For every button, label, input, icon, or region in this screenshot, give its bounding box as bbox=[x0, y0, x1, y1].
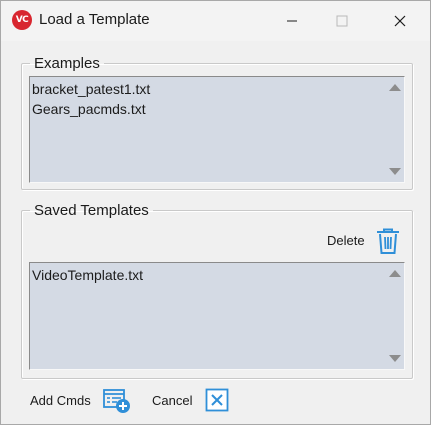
window-title: Load a Template bbox=[39, 11, 150, 28]
delete-label[interactable]: Delete bbox=[327, 233, 365, 248]
title-bar[interactable]: VC Load a Template bbox=[1, 1, 430, 41]
saved-templates-listbox[interactable]: VideoTemplate.txt bbox=[29, 262, 405, 370]
list-item[interactable]: Gears_pacmds.txt bbox=[32, 99, 150, 119]
maximize-button[interactable] bbox=[319, 1, 365, 41]
close-icon bbox=[394, 15, 406, 27]
add-cmds-button[interactable] bbox=[103, 388, 131, 414]
scroll-up-arrow-icon[interactable] bbox=[389, 84, 401, 91]
examples-scrollbar[interactable] bbox=[386, 77, 404, 182]
maximize-icon bbox=[336, 15, 348, 27]
list-item[interactable]: VideoTemplate.txt bbox=[32, 265, 143, 285]
minimize-icon bbox=[287, 20, 297, 22]
scroll-up-arrow-icon[interactable] bbox=[389, 270, 401, 277]
examples-legend: Examples bbox=[34, 55, 100, 72]
delete-button[interactable] bbox=[375, 227, 401, 255]
cancel-button[interactable] bbox=[205, 388, 229, 412]
scroll-down-arrow-icon[interactable] bbox=[389, 355, 401, 362]
saved-templates-legend: Saved Templates bbox=[34, 202, 149, 219]
cancel-x-icon bbox=[205, 388, 229, 412]
saved-templates-scrollbar[interactable] bbox=[386, 263, 404, 369]
close-button[interactable] bbox=[377, 1, 423, 41]
examples-listbox[interactable]: bracket_patest1.txt Gears_pacmds.txt bbox=[29, 76, 405, 183]
trash-icon bbox=[377, 228, 399, 254]
load-template-dialog: VC Load a Template Examples bracket_pate… bbox=[0, 0, 431, 425]
app-logo-icon: VC bbox=[12, 10, 32, 30]
add-cmds-label[interactable]: Add Cmds bbox=[30, 393, 91, 408]
cancel-label[interactable]: Cancel bbox=[152, 393, 192, 408]
minimize-button[interactable] bbox=[269, 1, 315, 41]
add-list-icon bbox=[103, 389, 130, 413]
list-item[interactable]: bracket_patest1.txt bbox=[32, 79, 150, 99]
scroll-down-arrow-icon[interactable] bbox=[389, 168, 401, 175]
